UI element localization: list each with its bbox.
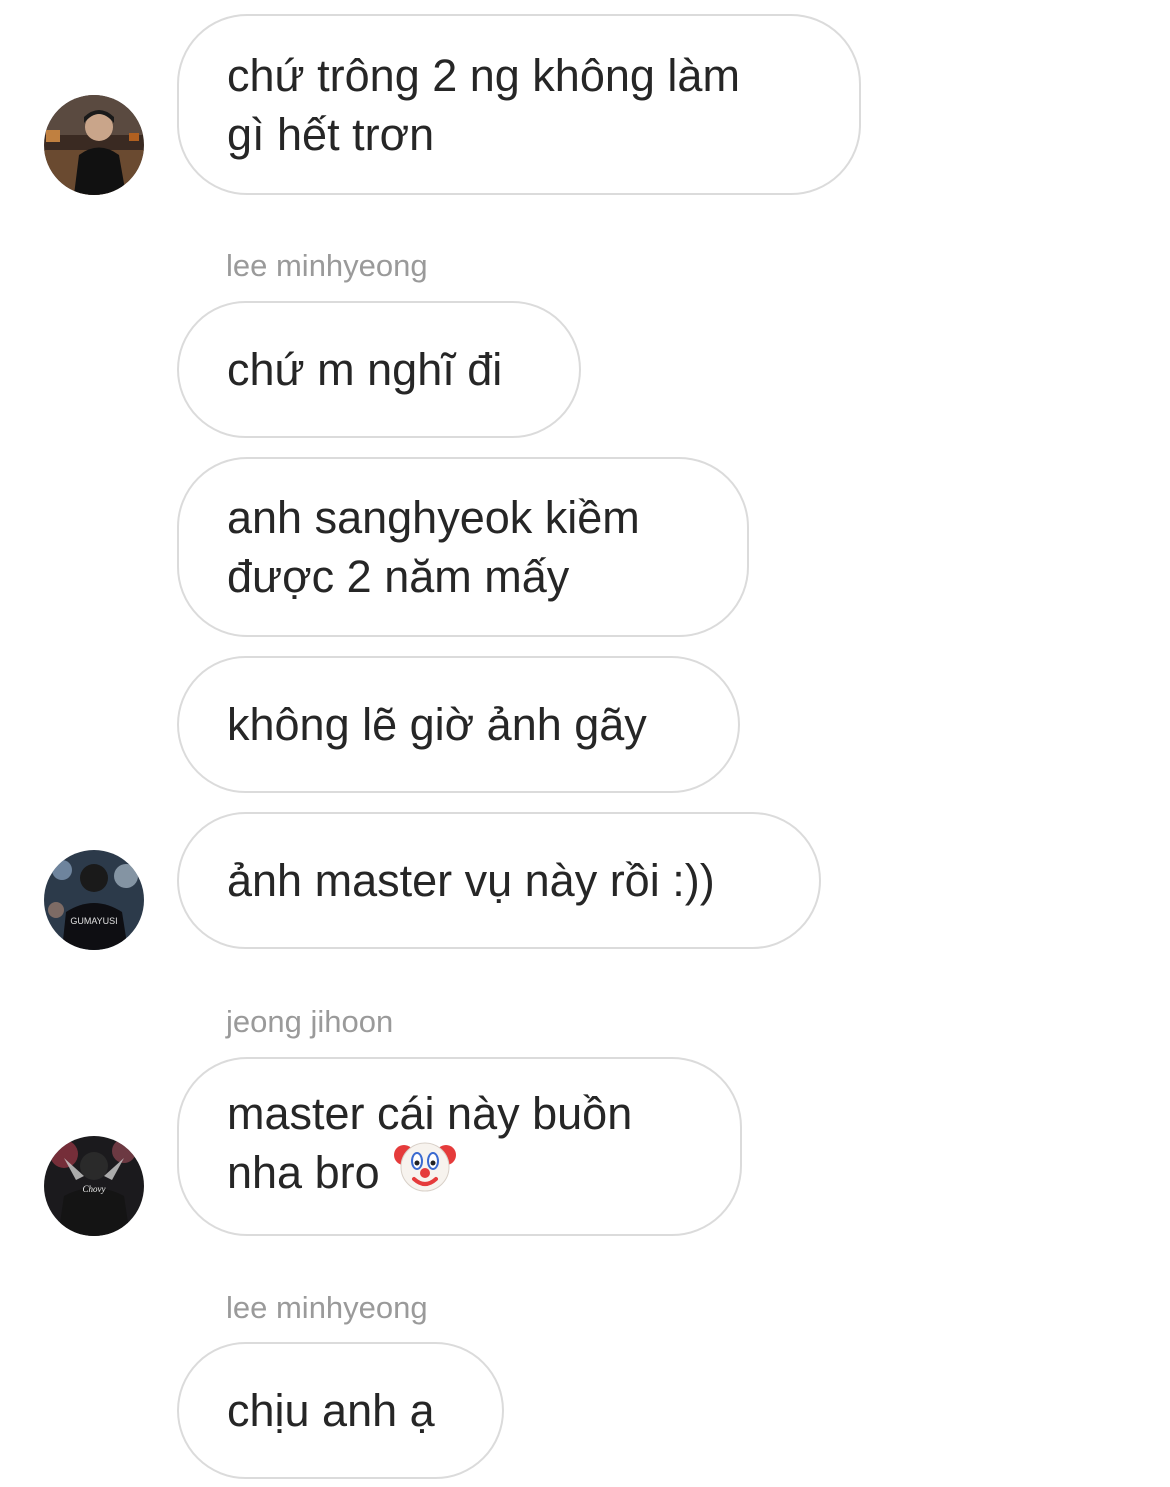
sender-name: jeong jihoon [226,1004,394,1039]
message-bubble[interactable]: master cái này buồn nha bro [177,1057,742,1236]
sender-name: lee minhyeong [226,1290,428,1325]
jersey-text: GUMAYUSI [70,916,117,926]
profile-photo-icon: Chovy [44,1136,144,1236]
clown-face-icon [393,1135,456,1209]
message-bubble[interactable]: chịu anh ạ [177,1342,504,1479]
profile-photo-icon: GUMAYUSI [44,850,144,950]
message-bubble[interactable]: anh sanghyeok kiềm được 2 năm mấy [177,457,749,637]
avatar[interactable]: GUMAYUSI [44,850,144,950]
message-bubble[interactable]: không lẽ giờ ảnh gãy [177,656,740,793]
message-bubble[interactable]: chứ trông 2 ng không làm gì hết trơn [177,14,861,195]
avatar[interactable]: Chovy [44,1136,144,1236]
message-text: chứ trông 2 ng không làm gì hết trơn [227,49,740,160]
message-text: master cái này buồn nha bro [227,1084,632,1209]
message-bubble[interactable]: ảnh master vụ này rồi :)) [177,812,821,949]
sender-name: lee minhyeong [226,248,428,283]
message-text: chứ m nghĩ đi [227,344,503,395]
message-bubble[interactable]: chứ m nghĩ đi [177,301,581,438]
jersey-text: Chovy [83,1184,106,1194]
avatar[interactable] [44,95,144,195]
message-text: chịu anh ạ [227,1385,435,1436]
message-text: ảnh master vụ này rồi :)) [227,855,715,906]
message-text: không lẽ giờ ảnh gãy [227,699,647,750]
message-text: anh sanghyeok kiềm được 2 năm mấy [227,492,640,602]
profile-photo-icon [44,95,144,195]
